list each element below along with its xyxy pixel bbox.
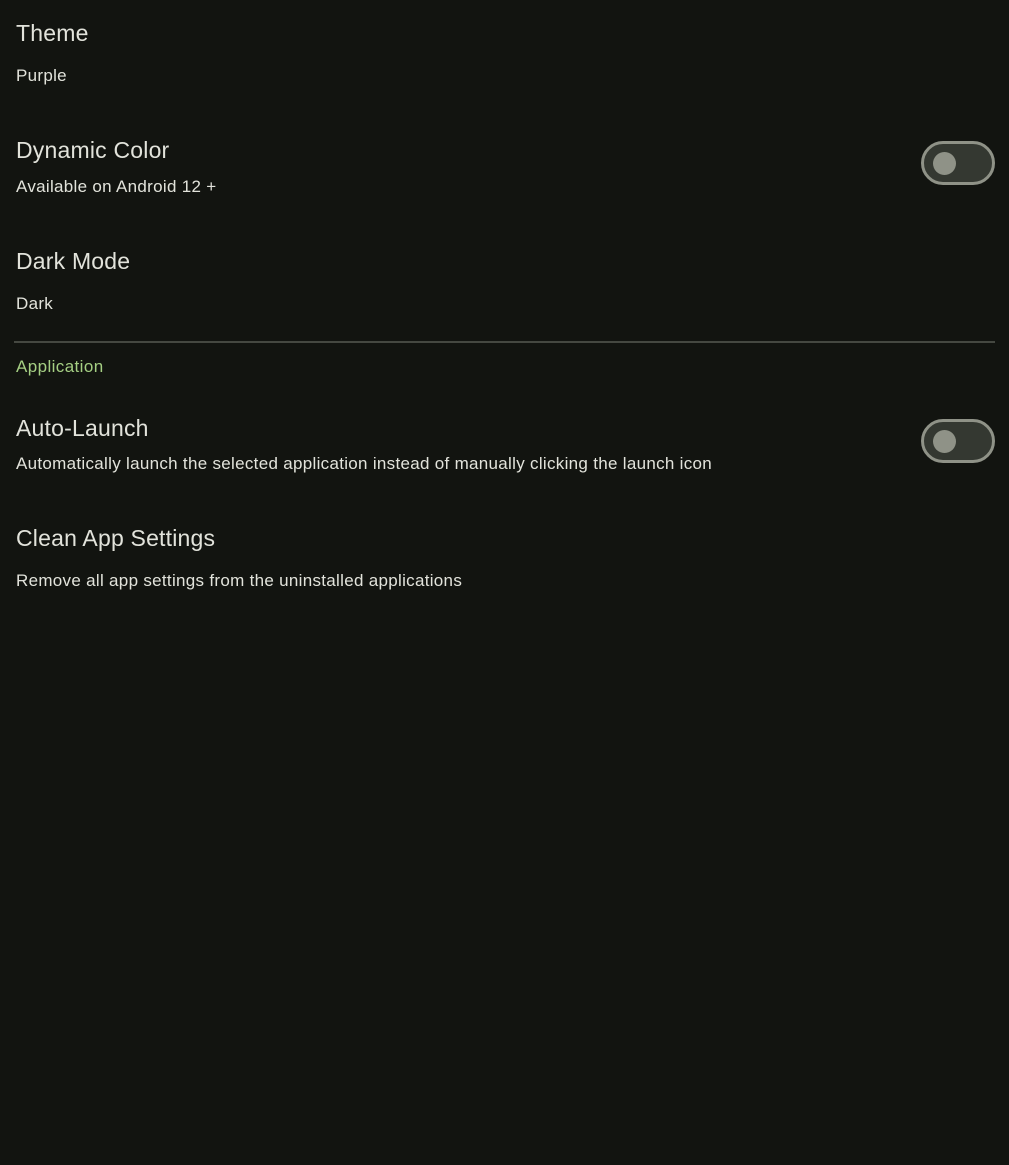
dark-mode-title: Dark Mode <box>16 248 131 274</box>
setting-theme[interactable]: Theme Purple <box>16 0 995 110</box>
dynamic-color-toggle[interactable] <box>921 141 995 185</box>
theme-value: Purple <box>16 66 67 85</box>
dark-mode-value: Dark <box>16 294 54 313</box>
clean-app-settings-title: Clean App Settings <box>16 525 216 551</box>
section-divider <box>14 341 995 343</box>
toggle-thumb <box>933 430 956 453</box>
setting-clean-app-settings[interactable]: Clean App Settings Remove all app settin… <box>16 510 995 605</box>
auto-launch-subtitle: Automatically launch the selected applic… <box>16 454 713 473</box>
theme-title: Theme <box>16 20 89 46</box>
toggle-thumb <box>933 152 956 175</box>
section-header-application: Application <box>16 357 104 376</box>
setting-dynamic-color[interactable]: Dynamic Color Available on Android 12 + <box>16 120 995 215</box>
setting-auto-launch[interactable]: Auto-Launch Automatically launch the sel… <box>16 400 995 490</box>
clean-app-settings-subtitle: Remove all app settings from the uninsta… <box>16 571 463 590</box>
dynamic-color-subtitle: Available on Android 12 + <box>16 177 217 196</box>
auto-launch-toggle[interactable] <box>921 419 995 463</box>
setting-dark-mode[interactable]: Dark Mode Dark <box>16 230 995 330</box>
auto-launch-title: Auto-Launch <box>16 415 149 441</box>
dynamic-color-title: Dynamic Color <box>16 137 170 163</box>
